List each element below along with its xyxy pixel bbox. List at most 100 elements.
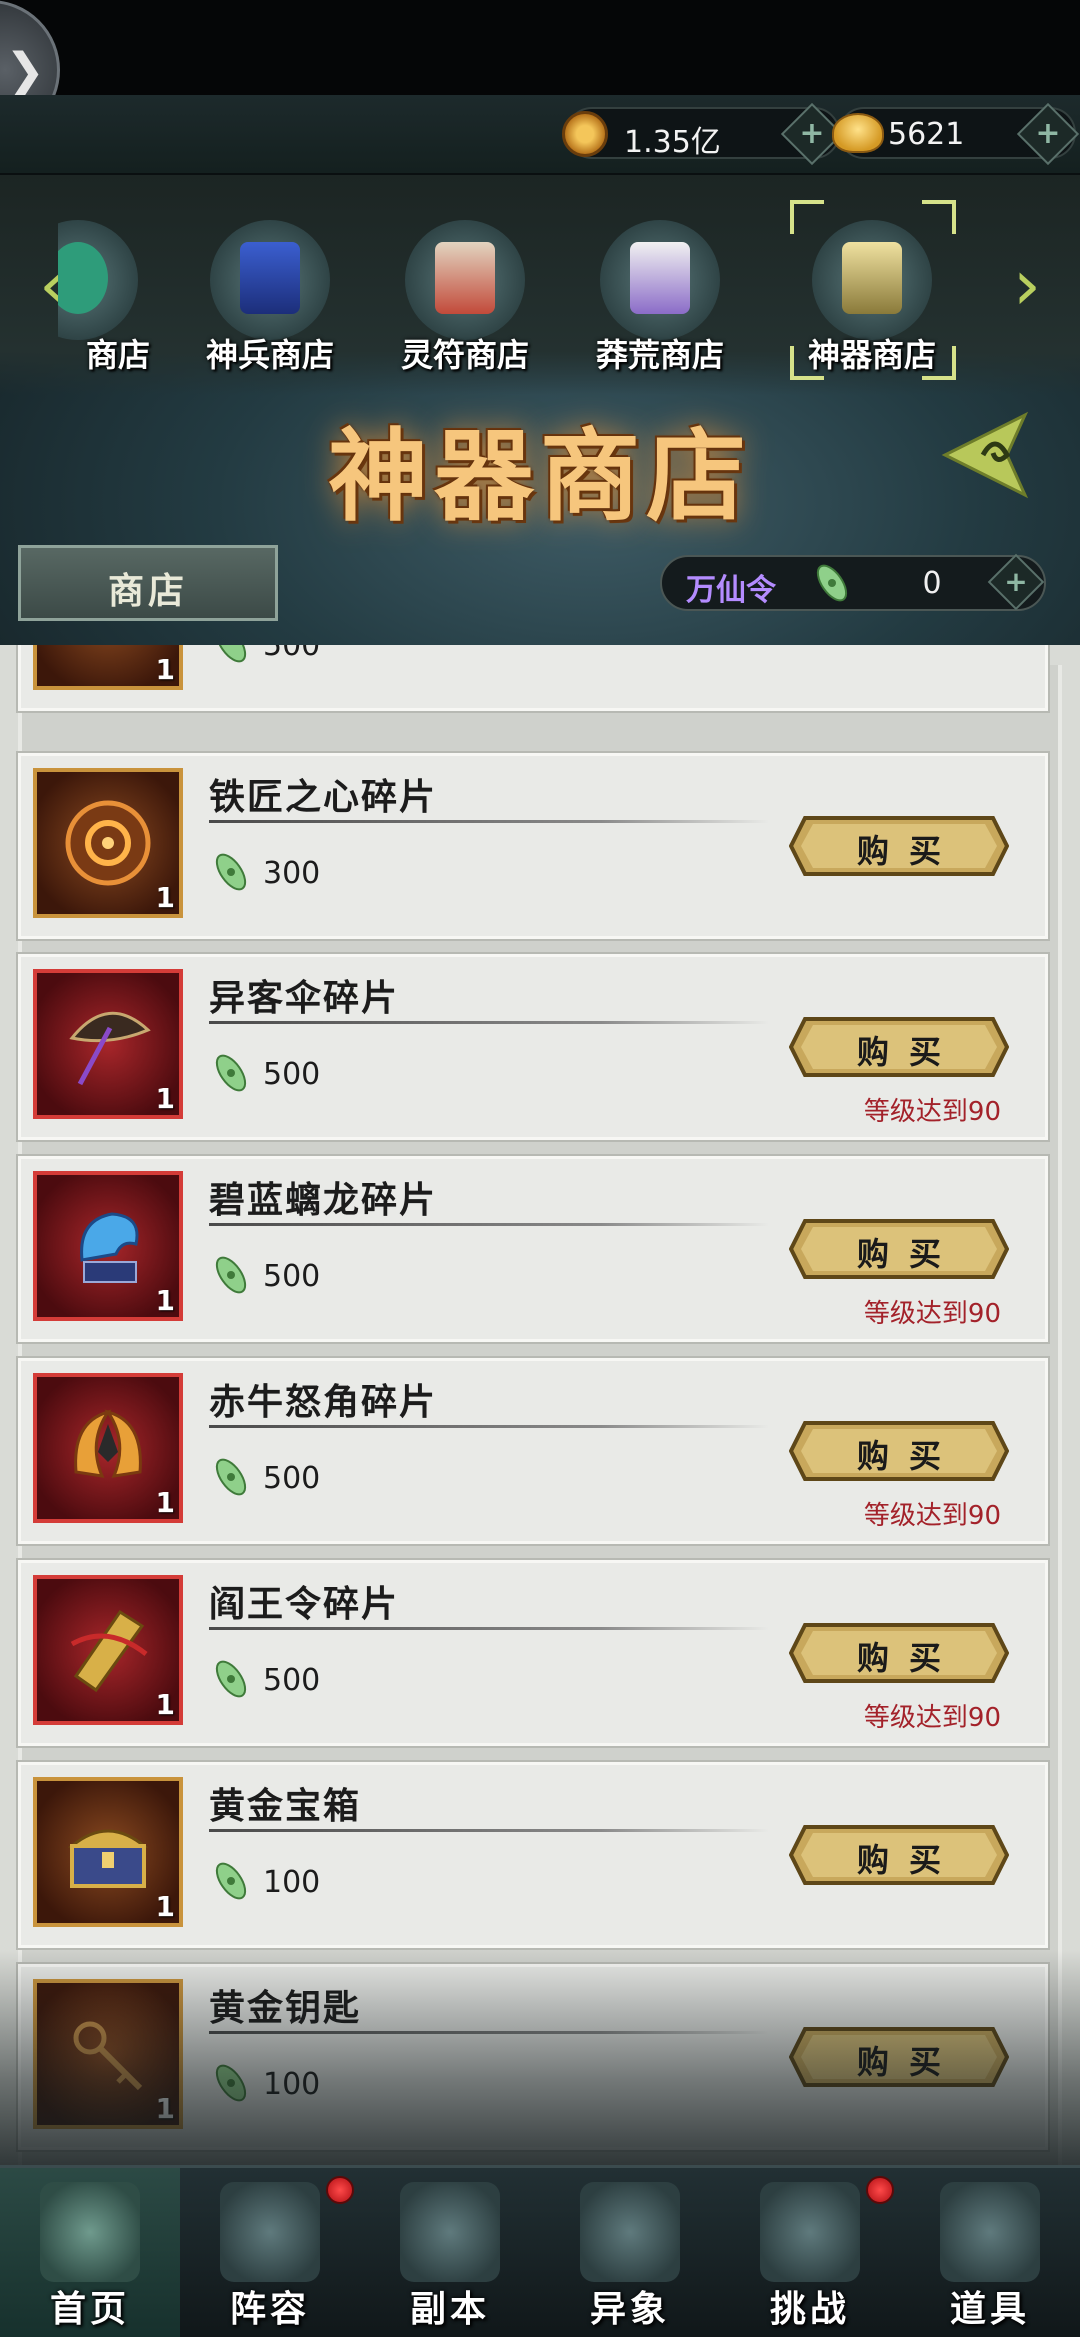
item-price: 100 [263, 2067, 321, 2102]
notification-badge [326, 2176, 354, 2204]
divider [209, 820, 769, 823]
plus-icon: + [799, 116, 825, 151]
item-price: 500 [263, 1057, 321, 1092]
tab-label: 神器商店 [807, 336, 936, 374]
item-thumbnail: 1 [33, 1171, 183, 1321]
golden-armor-icon [812, 220, 932, 340]
buy-button[interactable]: 购买 [789, 1419, 1009, 1483]
umbrella-icon [69, 1011, 151, 1086]
buy-button-label: 购买 [856, 1437, 961, 1475]
nav-lineup[interactable]: 阵容 [180, 2168, 360, 2337]
rank-flag-icon[interactable] [935, 400, 1045, 510]
item-thumbnail: 1 [33, 1777, 183, 1927]
jade-token-icon [816, 564, 848, 602]
shop-item-list[interactable]: 1 500 1 铁匠之心碎片 300 购买 1 异客伞碎片 500 购买 等级达… [0, 645, 1080, 2165]
token-value: 0 [922, 566, 942, 601]
tab-shop-partial[interactable]: 商店 [58, 200, 178, 380]
tab-divine-weapon-shop[interactable]: 神兵商店 [180, 200, 360, 380]
currency-bar: 1.35亿 + 5621 + [0, 95, 1080, 175]
item-quantity: 1 [155, 1082, 175, 1115]
book-icon [220, 2182, 320, 2282]
item-thumbnail: 1 [33, 645, 183, 690]
list-item: 1 赤牛怒角碎片 500 购买 等级达到90 [18, 1358, 1048, 1544]
item-quantity: 1 [155, 2092, 175, 2125]
plus-icon: + [1035, 116, 1061, 151]
jade-token-icon [215, 1458, 247, 1496]
item-name: 铁匠之心碎片 [209, 777, 438, 818]
gold-key-icon [73, 2021, 143, 2091]
copper-coin-icon [562, 111, 608, 157]
buy-button[interactable]: 购买 [789, 814, 1009, 878]
list-item: 1 铁匠之心碎片 300 购买 [18, 753, 1048, 939]
list-item: 1 异客伞碎片 500 购买 等级达到90 [18, 954, 1048, 1140]
level-requirement: 等级达到90 [863, 1299, 1001, 1329]
jade-token-icon [215, 2064, 247, 2102]
nav-label: 副本 [409, 2289, 490, 2330]
nav-items[interactable]: 道具 [900, 2168, 1080, 2337]
buy-button-label: 购买 [856, 1841, 961, 1879]
item-thumbnail: 1 [33, 969, 183, 1119]
nav-label: 异象 [589, 2289, 670, 2330]
tab-label: 商店 [85, 336, 150, 374]
item-quantity: 1 [155, 881, 175, 914]
item-price: 500 [263, 1259, 321, 1294]
jade-token-icon [215, 1054, 247, 1092]
tab-talisman-shop[interactable]: 灵符商店 [375, 200, 555, 380]
gold-ingot-icon [832, 113, 884, 153]
coin-value: 1.35亿 [624, 125, 721, 160]
item-thumbnail: 1 [33, 1373, 183, 1523]
item-quantity: 1 [155, 1284, 175, 1317]
divider [209, 1223, 769, 1226]
item-name: 赤牛怒角碎片 [209, 1382, 438, 1423]
item-thumbnail: 1 [33, 1979, 183, 2129]
scroll-map-icon [760, 2182, 860, 2282]
buy-button[interactable]: 购买 [789, 1621, 1009, 1685]
tabs-scroll-right-button[interactable]: › [1002, 245, 1052, 325]
status-bar [0, 0, 1080, 95]
bag-icon [940, 2182, 1040, 2282]
level-requirement: 等级达到90 [863, 1501, 1001, 1531]
nav-dungeon[interactable]: 副本 [360, 2168, 540, 2337]
list-item: 1 黄金宝箱 100 购买 [18, 1762, 1048, 1948]
ingot-balance: 5621 + [832, 102, 1080, 166]
horn-icon [74, 1409, 142, 1478]
item-quantity: 1 [155, 1486, 175, 1519]
notification-badge [866, 2176, 894, 2204]
divider [209, 1829, 769, 1832]
crossed-swords-icon [580, 2182, 680, 2282]
jade-coin-icon [58, 220, 138, 340]
token-name: 万仙令 [686, 573, 776, 608]
tab-wild-shop[interactable]: 莽荒商店 [570, 200, 750, 380]
jade-token-icon [215, 1862, 247, 1900]
buy-button[interactable]: 购买 [789, 2025, 1009, 2089]
token-balance: 万仙令 0 + [660, 553, 1046, 611]
tab-artifact-shop[interactable]: 神器商店 [782, 200, 962, 380]
jade-token-icon [215, 645, 247, 663]
nav-phenomenon[interactable]: 异象 [540, 2168, 720, 2337]
item-name: 黄金宝箱 [209, 1786, 362, 1827]
item-name: 碧蓝螭龙碎片 [209, 1180, 438, 1221]
add-ingots-button[interactable]: + [1016, 102, 1080, 166]
item-name: 异客伞碎片 [209, 978, 400, 1019]
buy-button[interactable]: 购买 [789, 1823, 1009, 1887]
nav-home[interactable]: 首页 [0, 2168, 180, 2337]
list-item-partial: 1 500 [18, 645, 1048, 711]
divider [209, 1021, 769, 1024]
item-quantity: 1 [155, 1688, 175, 1721]
buy-button[interactable]: 购买 [789, 1217, 1009, 1281]
plus-icon: + [1004, 565, 1028, 598]
list-item: 1 阎王令碎片 500 购买 等级达到90 [18, 1560, 1048, 1746]
shop-category-text: 商店 [107, 571, 188, 612]
item-price: 500 [263, 1663, 321, 1698]
buy-button[interactable]: 购买 [789, 1015, 1009, 1079]
dragon-scroll-icon [405, 220, 525, 340]
jade-token-icon [215, 1256, 247, 1294]
add-token-button[interactable]: + [987, 553, 1045, 611]
buy-button-label: 购买 [856, 1639, 961, 1677]
nav-challenge[interactable]: 挑战 [720, 2168, 900, 2337]
tab-label: 莽荒商店 [595, 336, 724, 374]
level-requirement: 等级达到90 [863, 1703, 1001, 1733]
item-name: 阎王令碎片 [209, 1584, 400, 1625]
blue-dragon-icon [80, 1212, 139, 1283]
shop-category-label[interactable]: 商店 [18, 545, 278, 621]
